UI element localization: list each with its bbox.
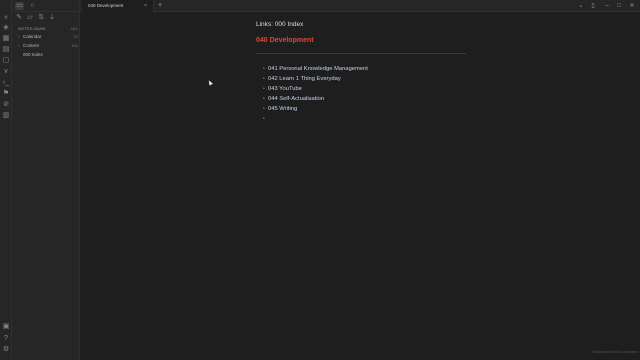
- bookmark-icon[interactable]: ⚑: [2, 90, 10, 98]
- bullet-icon: •: [263, 86, 265, 92]
- tree-item-count: 101: [71, 43, 78, 48]
- close-tab-icon[interactable]: ×: [144, 0, 147, 12]
- template-icon[interactable]: ▢: [2, 57, 10, 65]
- list-item[interactable]: • 043 YouTube: [263, 84, 368, 94]
- vault-name: NOTES-BANK: [18, 26, 47, 31]
- dictionary-icon[interactable]: ▥: [2, 112, 10, 120]
- bullet-icon: •: [263, 96, 265, 102]
- publish-icon[interactable]: ⊘: [2, 101, 10, 109]
- editor-pane[interactable]: Links: 000 Index 040 Development • 041 Pe…: [80, 12, 640, 348]
- internal-link[interactable]: 041 Personal Knowledge Management: [268, 66, 368, 72]
- command-icon[interactable]: ›_: [2, 79, 10, 87]
- tree-item-label: Content: [23, 43, 39, 48]
- divider: [256, 53, 466, 54]
- collapse-sidebar-icon[interactable]: «: [2, 14, 10, 22]
- list-item-empty[interactable]: •: [263, 114, 368, 124]
- vault-icon[interactable]: ▣: [2, 323, 10, 331]
- folder-icon[interactable]: ▭: [15, 2, 24, 10]
- calendar-icon[interactable]: ▦: [2, 35, 10, 43]
- bullet-icon: •: [263, 76, 265, 82]
- search-icon[interactable]: ○: [28, 2, 37, 10]
- list-item[interactable]: • 045 Writing: [263, 104, 368, 114]
- sort-icon[interactable]: ⇅: [37, 14, 45, 22]
- vault-count: 161: [70, 26, 78, 31]
- file-explorer: ▭ ○ ✎ ▱ ⇅ ⇣ NOTES-BANK 161 › Calendar 27 …: [12, 0, 80, 360]
- explorer-toolbar: ✎ ▱ ⇅ ⇣: [12, 12, 79, 24]
- tab-bar: 040 Development × + ⌄ ▯ – □ ✕: [80, 0, 640, 12]
- ribbon: « ◈ ▦ ▤ ▢ ⋎ ›_ ⚑ ⊘ ▥ ▣ ? ⚙: [0, 0, 12, 360]
- close-window-icon[interactable]: ✕: [627, 0, 637, 12]
- calendar-grid-icon[interactable]: ▤: [2, 46, 10, 54]
- note-heading: 040 Development: [256, 37, 314, 44]
- bullet-icon: •: [263, 66, 265, 72]
- tree-item-count: 27: [73, 34, 78, 39]
- bullet-icon: •: [263, 106, 265, 112]
- tag-icon[interactable]: ◈: [2, 24, 10, 32]
- new-note-icon[interactable]: ✎: [15, 14, 23, 22]
- new-folder-icon[interactable]: ▱: [26, 14, 34, 22]
- help-icon[interactable]: ?: [2, 335, 10, 343]
- internal-link[interactable]: 045 Writing: [268, 106, 297, 112]
- sidebar-toggle-icon[interactable]: ▯: [588, 0, 598, 12]
- status-bar: 0 backlinks 0 words 0 characters: [591, 350, 638, 354]
- internal-link[interactable]: 044 Self-Actualisation: [268, 96, 324, 102]
- new-tab-icon[interactable]: +: [156, 0, 164, 12]
- tree-item-label: 000 Index: [23, 52, 43, 57]
- collapse-all-icon[interactable]: ⇣: [48, 14, 56, 22]
- bullet-icon: •: [263, 116, 265, 122]
- tab-label: 040 Development: [88, 3, 124, 8]
- vault-header[interactable]: NOTES-BANK 161: [18, 25, 78, 33]
- maximize-icon[interactable]: □: [614, 0, 624, 12]
- list-item[interactable]: • 042 Learn 1 Thing Everyday: [263, 74, 368, 84]
- list-item[interactable]: • 041 Personal Knowledge Management: [263, 64, 368, 74]
- graph-icon[interactable]: ⋎: [2, 68, 10, 76]
- tab-040-development[interactable]: 040 Development ×: [82, 0, 154, 12]
- list-item[interactable]: • 044 Self-Actualisation: [263, 94, 368, 104]
- tree-item-content[interactable]: › Content 101: [18, 42, 78, 50]
- internal-link[interactable]: 042 Learn 1 Thing Everyday: [268, 76, 341, 82]
- note-list: • 041 Personal Knowledge Management • 042 …: [263, 64, 368, 124]
- settings-icon[interactable]: ⚙: [2, 346, 10, 354]
- tree-item-calendar[interactable]: › Calendar 27: [18, 33, 78, 41]
- links-line[interactable]: Links: 000 Index: [256, 21, 303, 28]
- tree-item-index[interactable]: 000 Index: [18, 51, 78, 59]
- sidebar-header: ▭ ○: [12, 0, 79, 12]
- internal-link[interactable]: 043 YouTube: [268, 86, 302, 92]
- tree-item-label: Calendar: [23, 34, 42, 39]
- minimize-icon[interactable]: –: [602, 0, 612, 12]
- dropdown-icon[interactable]: ⌄: [576, 0, 586, 12]
